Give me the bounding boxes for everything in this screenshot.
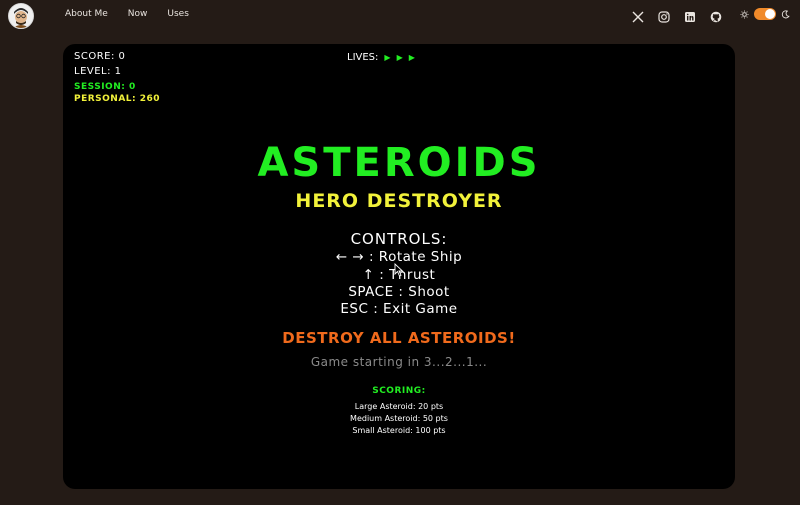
game-title: ASTEROIDS <box>257 140 541 186</box>
top-navigation: About Me Now Uses <box>0 0 800 30</box>
score-medium-asteroid: Medium Asteroid: 50 pts <box>350 414 448 423</box>
score-large-asteroid: Large Asteroid: 20 pts <box>354 402 444 411</box>
avatar[interactable] <box>8 3 34 29</box>
control-shoot: SPACE : Shoot <box>348 284 450 300</box>
personal-best: PERSONAL: 260 <box>74 94 161 104</box>
sun-icon <box>740 9 749 19</box>
life-ship-icon: ▶ <box>408 53 415 62</box>
countdown-text: Game starting in 3...2...1... <box>310 355 488 369</box>
theme-toggle[interactable] <box>754 8 776 20</box>
controls-heading: CONTROLS: <box>350 230 448 248</box>
lives-label: LIVES: <box>347 52 379 63</box>
control-exit: ESC : Exit Game <box>340 301 458 317</box>
game-subtitle: HERO DESTROYER <box>295 190 503 212</box>
x-icon[interactable] <box>632 8 644 23</box>
session-score: SESSION: 0 <box>74 82 136 92</box>
game-canvas[interactable]: SCORE: 0 LEVEL: 1 SESSION: 0 PERSONAL: 2… <box>63 44 735 489</box>
moon-icon <box>781 9 790 18</box>
nav-about-me[interactable]: About Me <box>65 9 108 19</box>
life-ship-icon: ▶ <box>384 53 391 62</box>
score-small-asteroid: Small Asteroid: 100 pts <box>352 426 446 435</box>
level-readout: LEVEL: 1 <box>74 66 122 77</box>
scoring-heading: SCORING: <box>372 386 426 396</box>
theme-switcher <box>740 8 790 20</box>
toggle-knob <box>765 9 775 19</box>
linkedin-icon[interactable] <box>684 8 696 22</box>
score-readout: SCORE: 0 <box>74 51 126 62</box>
instagram-icon[interactable] <box>658 8 670 23</box>
nav-uses[interactable]: Uses <box>167 9 189 19</box>
objective-text: DESTROY ALL ASTEROIDS! <box>282 329 516 347</box>
nav-now[interactable]: Now <box>128 9 148 19</box>
main-nav: About Me Now Uses <box>65 9 209 19</box>
social-links <box>632 8 736 23</box>
life-ship-icon: ▶ <box>396 53 403 62</box>
avatar-image <box>9 4 33 28</box>
hud-stats: SCORE: 0 LEVEL: 1 SESSION: 0 PERSONAL: 2… <box>74 51 160 105</box>
lives-indicator: LIVES: ▶ ▶ ▶ <box>347 52 415 63</box>
github-icon[interactable] <box>710 8 722 23</box>
lives-ships: ▶ ▶ ▶ <box>378 52 414 63</box>
mouse-cursor-icon <box>394 263 404 277</box>
